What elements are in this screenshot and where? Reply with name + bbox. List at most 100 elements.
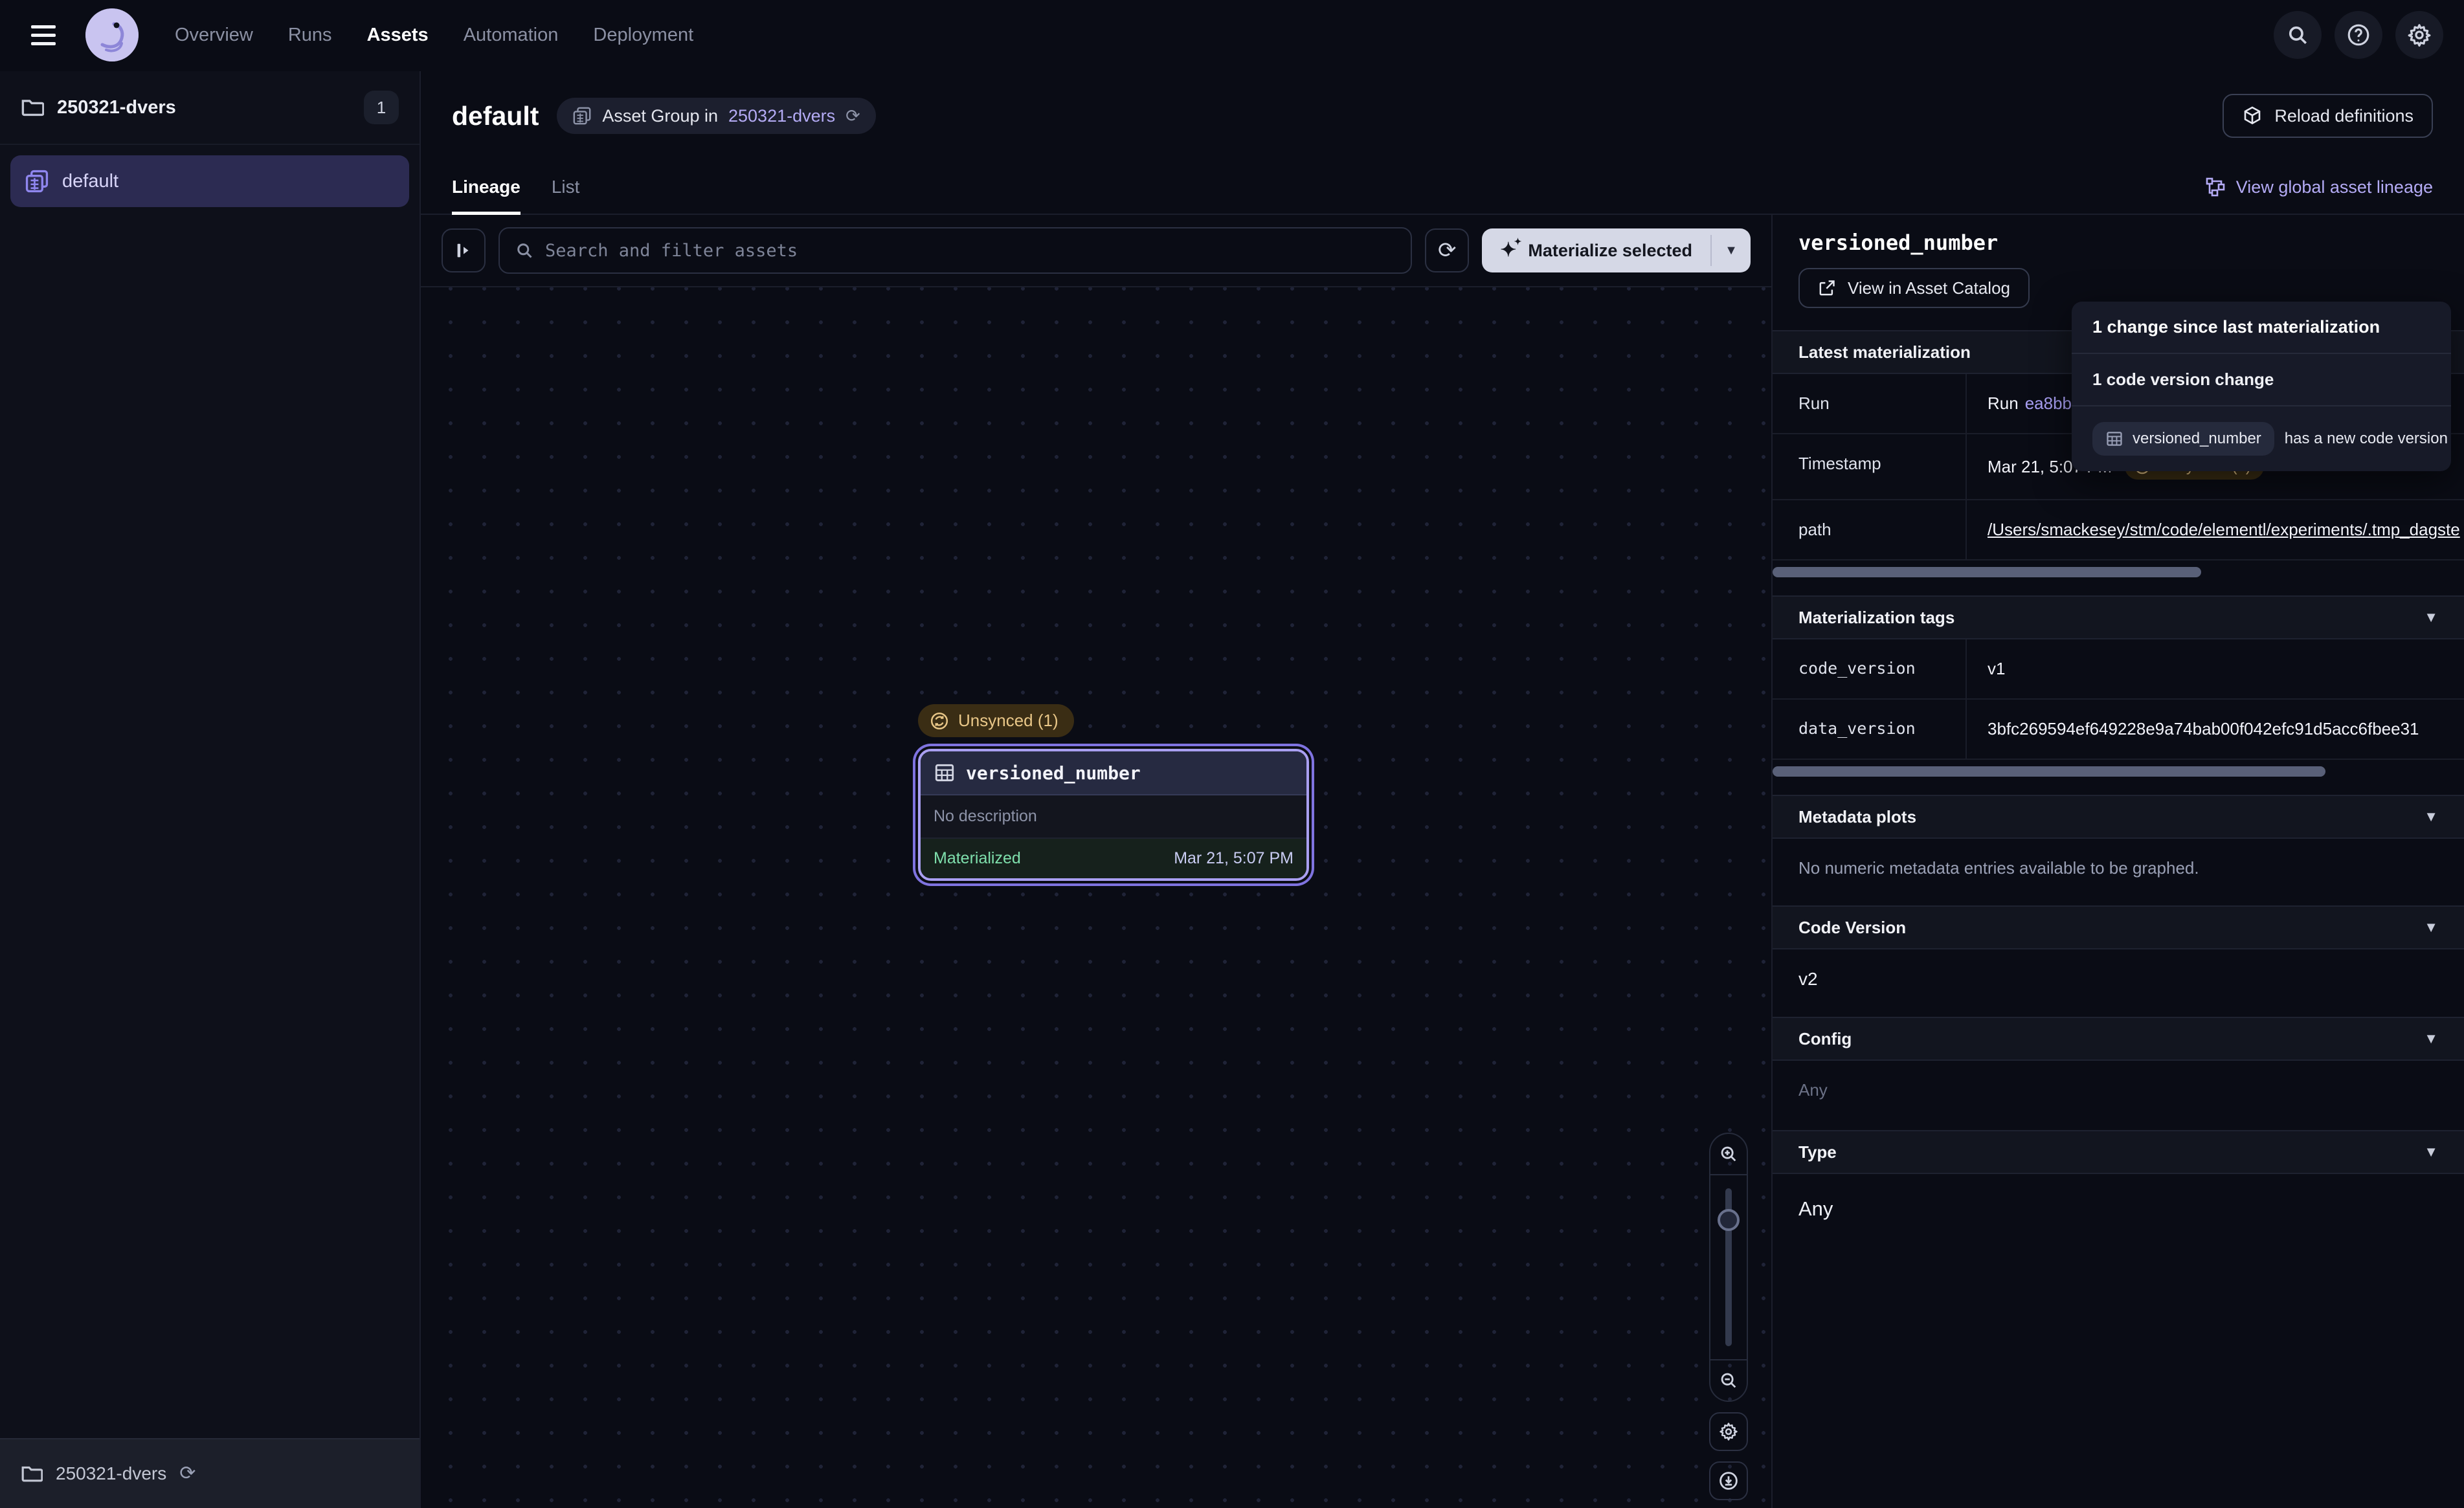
search-icon (515, 241, 533, 260)
chevron-down-icon: ▼ (2424, 1145, 2438, 1159)
octopus-logo-icon (85, 8, 139, 61)
table-row: path /Users/smackesey/stm/code/elementl/… (1773, 500, 2464, 560)
sync-icon[interactable]: ⟳ (846, 107, 860, 125)
asset-node-description: No description (921, 795, 1306, 839)
sidebar-group-row[interactable]: 250321-dvers 1 (0, 71, 420, 144)
zoom-in-icon[interactable] (1710, 1134, 1747, 1175)
section-type[interactable]: Type ▼ (1773, 1130, 2464, 1174)
table-icon (2105, 430, 2123, 448)
cube-reload-icon (2242, 105, 2263, 126)
nav-item-assets[interactable]: Assets (367, 25, 429, 46)
nav-item-automation[interactable]: Automation (464, 25, 559, 46)
timestamp-row-label: Timestamp (1773, 434, 1967, 499)
help-icon[interactable] (2335, 11, 2382, 59)
asset-group-badge-text: Asset Group in (602, 106, 718, 126)
nav-item-deployment[interactable]: Deployment (593, 25, 693, 46)
config-value: Any (1773, 1061, 2464, 1120)
materialized-time: Mar 21, 5:07 PM (1174, 849, 1294, 868)
asset-group-icon (25, 169, 49, 194)
sidebar-footer-label: 250321-dvers (56, 1463, 166, 1484)
tab-list[interactable]: List (552, 161, 580, 214)
asset-node-footer: Materialized Mar 21, 5:07 PM (921, 839, 1306, 878)
page-header: default Asset Group in 250321-dvers ⟳ (421, 71, 2464, 161)
refresh-icon[interactable]: ⟳ (1425, 228, 1469, 272)
nav-item-runs[interactable]: Runs (288, 25, 332, 46)
canvas-toolbar: ⟳ ✦ Materialize selected ▼ (421, 215, 1771, 287)
reload-definitions-button[interactable]: Reload definitions (2223, 94, 2433, 138)
run-prefix: Run (1988, 394, 2019, 414)
chevron-down-icon: ▼ (2424, 610, 2438, 625)
zoom-controls (1709, 1133, 1748, 1500)
asset-pill-label: versioned_number (2133, 430, 2261, 448)
graph-settings-gear-icon[interactable] (1709, 1412, 1748, 1451)
code-version-value: v2 (1773, 949, 2464, 1009)
dagster-logo[interactable] (85, 8, 139, 61)
horizontal-scrollbar[interactable] (1773, 567, 2464, 577)
asset-node-versioned-number[interactable]: versioned_number No description Material… (918, 749, 1309, 881)
refresh-icon[interactable]: ⟳ (179, 1464, 196, 1483)
settings-gear-icon[interactable] (2395, 11, 2443, 59)
folder-icon (21, 96, 44, 119)
asset-group-icon (572, 106, 592, 126)
nav-item-overview[interactable]: Overview (175, 25, 253, 46)
sidebar-divider (0, 144, 420, 145)
materialization-tags-table: code_version v1 data_version 3bfc269594e… (1773, 639, 2464, 760)
nav-icon-group (2274, 11, 2443, 59)
type-value: Any (1773, 1174, 2464, 1244)
horizontal-scrollbar[interactable] (1773, 766, 2464, 777)
page-title: default (452, 101, 539, 131)
unsynced-badge-label: Unsynced (1) (958, 711, 1058, 731)
unsynced-badge[interactable]: Unsynced (1) (918, 704, 1074, 737)
materialize-selected-button[interactable]: ✦ Materialize selected ▼ (1482, 228, 1751, 272)
lineage-graph-area[interactable]: Unsynced (1) versioned_number No descrip… (421, 287, 1771, 1508)
scrollbar-thumb[interactable] (1773, 567, 2201, 577)
asset-group-badge: Asset Group in 250321-dvers ⟳ (557, 98, 875, 134)
section-code-version[interactable]: Code Version ▼ (1773, 905, 2464, 949)
search-icon[interactable] (2274, 11, 2322, 59)
asset-node-header: versioned_number (921, 751, 1306, 795)
download-image-icon[interactable] (1709, 1461, 1748, 1500)
tab-lineage[interactable]: Lineage (452, 161, 521, 214)
asset-node-name: versioned_number (966, 762, 1141, 784)
dagster-app: Overview Runs Assets Automation Deployme… (0, 0, 2464, 1508)
section-materialization-tags[interactable]: Materialization tags ▼ (1773, 595, 2464, 639)
expand-panel-icon[interactable] (442, 228, 486, 272)
sparkle-icon: ✦ (1500, 241, 1516, 260)
view-global-asset-lineage-link[interactable]: View global asset lineage (2205, 177, 2433, 197)
zoom-slider-thumb[interactable] (1718, 1209, 1740, 1231)
materialization-path-link[interactable]: /Users/smackesey/stm/code/elementl/exper… (1988, 520, 2460, 540)
metadata-plots-empty-text: No numeric metadata entries available to… (1773, 839, 2464, 898)
search-input[interactable] (545, 241, 1395, 261)
tooltip-subtitle: 1 code version change (2092, 370, 2430, 390)
asset-search-box (498, 227, 1412, 274)
section-metadata-plots[interactable]: Metadata plots ▼ (1773, 795, 2464, 839)
tooltip-title: 1 change since last materialization (2092, 317, 2430, 337)
sidebar-item-default[interactable]: default (10, 155, 409, 207)
asset-pill[interactable]: versioned_number (2092, 422, 2274, 456)
table-row: data_version 3bfc269594ef649228e9a74bab0… (1773, 700, 2464, 760)
sidebar-item-label: default (62, 171, 118, 192)
hamburger-menu-icon[interactable] (21, 12, 67, 58)
table-row: code_version v1 (1773, 639, 2464, 700)
view-in-asset-catalog-button[interactable]: View in Asset Catalog (1798, 268, 2030, 308)
table-icon (934, 762, 956, 784)
reload-definitions-label: Reload definitions (2274, 106, 2414, 126)
tooltip-change-text: has a new code version (2285, 430, 2448, 448)
top-nav: Overview Runs Assets Automation Deployme… (0, 0, 2464, 71)
asset-node-cluster: Unsynced (1) versioned_number No descrip… (918, 704, 1309, 881)
section-config[interactable]: Config ▼ (1773, 1017, 2464, 1061)
main-nav: Overview Runs Assets Automation Deployme… (175, 25, 693, 46)
tabs-row: Lineage List View global asset lineage (421, 161, 2464, 215)
scrollbar-thumb[interactable] (1773, 766, 2325, 777)
zoom-out-icon[interactable] (1710, 1359, 1747, 1401)
materialize-dropdown-caret[interactable]: ▼ (1712, 228, 1751, 272)
changes-tooltip: 1 change since last materialization 1 co… (2072, 302, 2451, 471)
asset-groups-sidebar: 250321-dvers 1 default 250321-dvers ⟳ (0, 71, 421, 1508)
zoom-slider[interactable] (1710, 1175, 1747, 1359)
chevron-down-icon: ▼ (2424, 810, 2438, 824)
run-row-label: Run (1773, 374, 1967, 433)
asset-group-badge-link[interactable]: 250321-dvers (728, 106, 835, 126)
sync-status-icon (930, 711, 949, 731)
materialize-selected-label: Materialize selected (1528, 241, 1692, 261)
chevron-down-icon: ▼ (2424, 1032, 2438, 1046)
